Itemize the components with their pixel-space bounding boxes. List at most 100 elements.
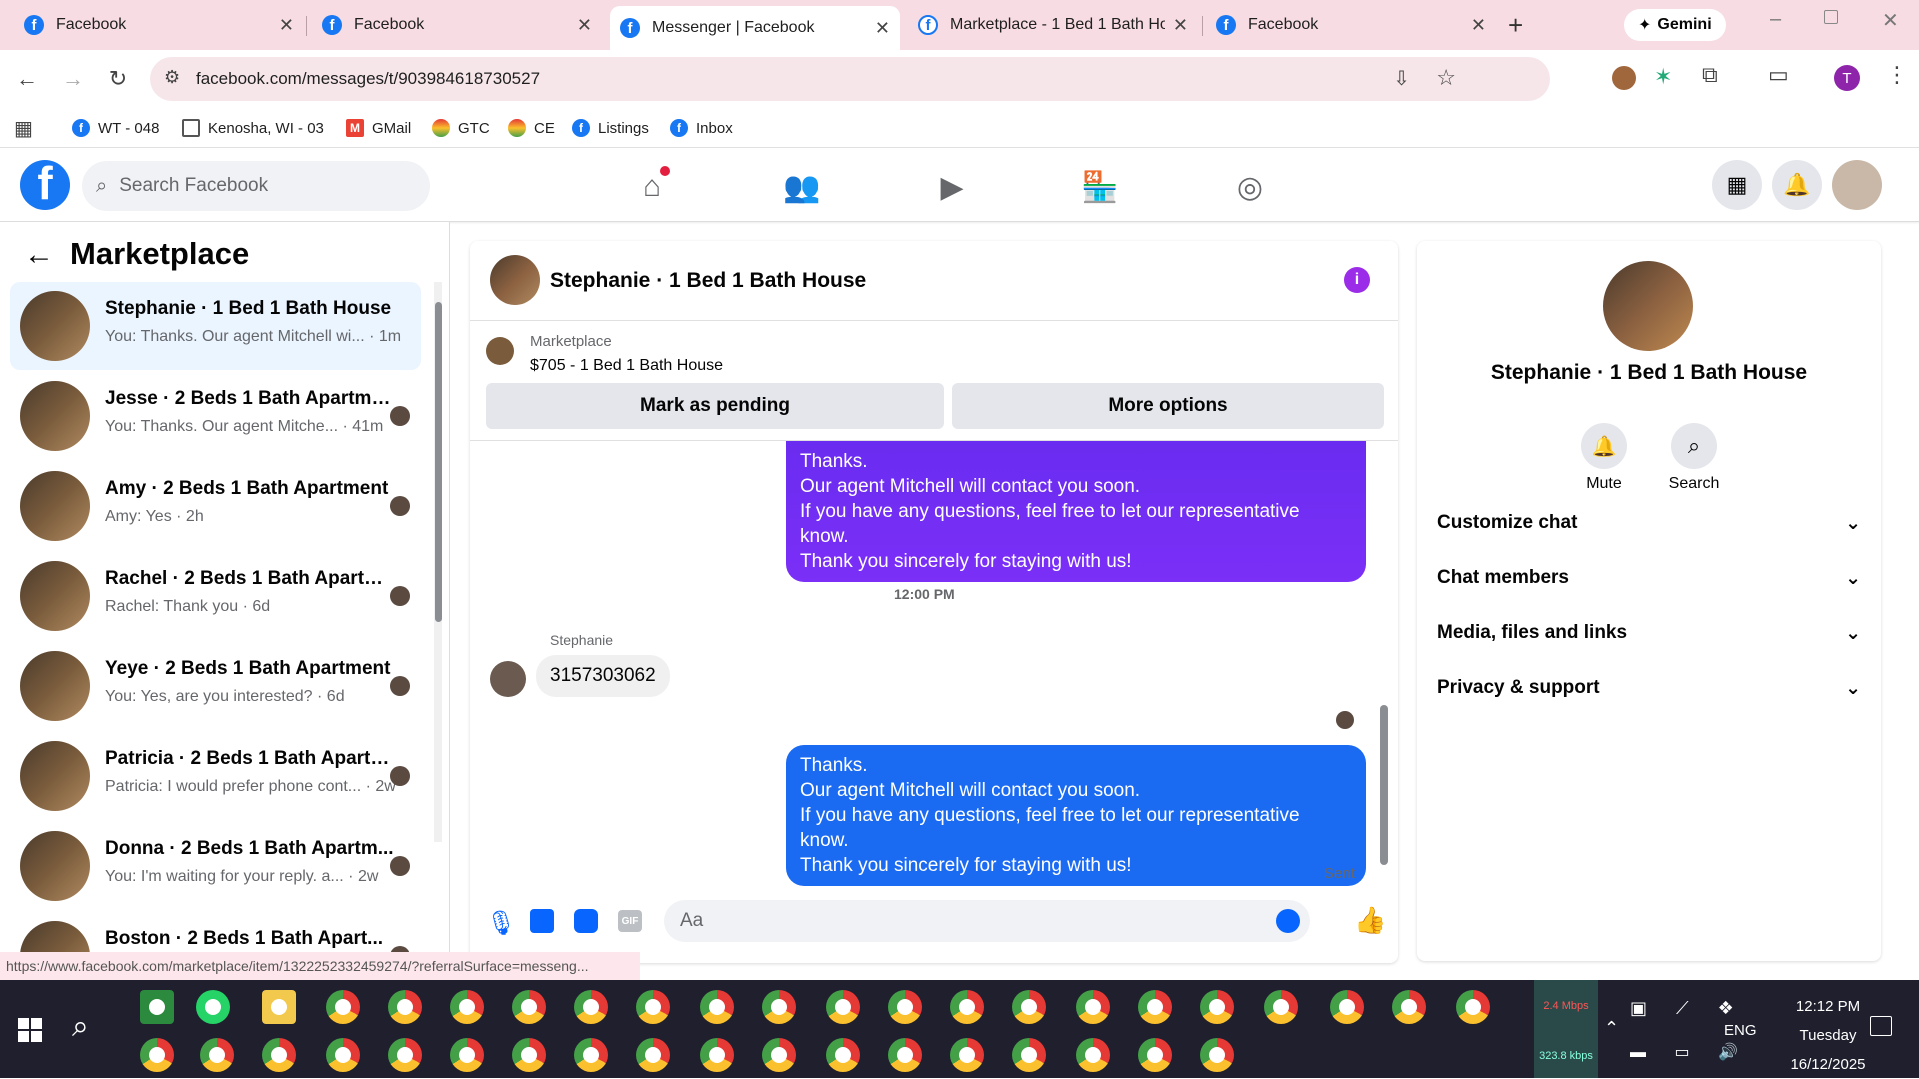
- search-conversation-button[interactable]: ⌕: [1671, 423, 1717, 469]
- microphone-icon[interactable]: 🎙: [486, 909, 516, 938]
- sender-avatar[interactable]: [490, 661, 526, 697]
- restore-icon[interactable]: [1824, 10, 1838, 24]
- bookmark-item[interactable]: M GMail: [346, 114, 411, 142]
- tray-icons-row2[interactable]: ▬ ▭ 🔊: [1630, 1042, 1750, 1062]
- emoji-icon[interactable]: [1276, 909, 1300, 933]
- close-tab-icon[interactable]: ✕: [577, 15, 592, 36]
- chrome-taskbar-icon[interactable]: [888, 1038, 922, 1072]
- chrome-taskbar-icon[interactable]: [326, 1038, 360, 1072]
- chrome-taskbar-icon[interactable]: [512, 990, 546, 1024]
- privacy-support-section[interactable]: Privacy & support ⌄: [1437, 668, 1861, 708]
- bookmark-item[interactable]: f Inbox: [670, 114, 733, 142]
- conversation-item[interactable]: Donna · 2 Beds 1 Bath Apartm... You: I'm …: [10, 822, 421, 910]
- chrome-taskbar-icon[interactable]: [512, 1038, 546, 1072]
- more-options-button[interactable]: More options: [952, 383, 1384, 429]
- account-avatar[interactable]: [1832, 160, 1882, 210]
- browser-tab[interactable]: f Facebook ✕: [312, 8, 602, 42]
- extensions-puzzle-icon[interactable]: ⧉: [1702, 62, 1718, 88]
- outgoing-message[interactable]: Thanks. Our agent Mitchell will contact y…: [786, 745, 1366, 886]
- friends-icon[interactable]: 👥: [782, 168, 822, 206]
- file-explorer-icon[interactable]: [262, 990, 296, 1024]
- bookmark-item[interactable]: Kenosha, WI - 03: [182, 114, 324, 142]
- conversation-item[interactable]: Rachel · 2 Beds 1 Bath Apartment Rachel: …: [10, 552, 421, 640]
- chrome-taskbar-icon[interactable]: [950, 1038, 984, 1072]
- sticker-icon[interactable]: [574, 909, 598, 933]
- conversation-item[interactable]: Stephanie · 1 Bed 1 Bath House You: Thank…: [10, 282, 421, 370]
- minimize-icon[interactable]: –: [1770, 8, 1781, 31]
- gif-icon[interactable]: GIF: [618, 910, 642, 932]
- chrome-taskbar-icon[interactable]: [1012, 1038, 1046, 1072]
- close-tab-icon[interactable]: ✕: [1471, 15, 1486, 36]
- chrome-taskbar-icon[interactable]: [636, 990, 670, 1024]
- show-hidden-icons-icon[interactable]: ⌃: [1604, 1018, 1619, 1039]
- chrome-taskbar-icon[interactable]: [1392, 990, 1426, 1024]
- chrome-taskbar-icon[interactable]: [1076, 990, 1110, 1024]
- chrome-taskbar-icon[interactable]: [1138, 1038, 1172, 1072]
- chrome-taskbar-icon[interactable]: [450, 1038, 484, 1072]
- chrome-taskbar-icon[interactable]: [700, 1038, 734, 1072]
- browser-tab[interactable]: f Facebook ✕: [14, 8, 304, 42]
- chrome-taskbar-icon[interactable]: [1076, 1038, 1110, 1072]
- conversation-item[interactable]: Amy · 2 Beds 1 Bath Apartment Amy: Yes · …: [10, 462, 421, 550]
- whatsapp-icon[interactable]: [196, 990, 230, 1024]
- listing-thumb[interactable]: [486, 337, 514, 365]
- marketplace-icon[interactable]: 🏪: [1080, 168, 1120, 206]
- notifications-bell-icon[interactable]: 🔔: [1772, 160, 1822, 210]
- chrome-taskbar-icon[interactable]: [762, 1038, 796, 1072]
- chrome-taskbar-icon[interactable]: [200, 1038, 234, 1072]
- chrome-taskbar-icon[interactable]: [574, 1038, 608, 1072]
- start-windows-icon[interactable]: [18, 1018, 42, 1042]
- chrome-taskbar-icon[interactable]: [140, 1038, 174, 1072]
- video-icon[interactable]: ▶: [932, 168, 972, 206]
- chrome-taskbar-icon[interactable]: [450, 990, 484, 1024]
- chrome-taskbar-icon[interactable]: [762, 990, 796, 1024]
- bookmark-item[interactable]: f Listings: [572, 114, 649, 142]
- mark-pending-button[interactable]: Mark as pending: [486, 383, 944, 429]
- mute-button[interactable]: 🔔: [1581, 423, 1627, 469]
- messages-scrollbar[interactable]: [1380, 705, 1388, 865]
- address-bar[interactable]: ⚙ facebook.com/messages/t/90398461873052…: [150, 57, 1550, 101]
- extension-icon[interactable]: ✶: [1654, 64, 1672, 90]
- browser-tab[interactable]: f Facebook ✕: [1206, 8, 1496, 42]
- chrome-taskbar-icon[interactable]: [1330, 990, 1364, 1024]
- chrome-taskbar-icon[interactable]: [1456, 990, 1490, 1024]
- chrome-taskbar-icon[interactable]: [826, 990, 860, 1024]
- listing-info[interactable]: $705 - 1 Bed 1 Bath House: [530, 357, 723, 375]
- bookmark-item[interactable]: CE: [508, 114, 555, 142]
- notifications-icon[interactable]: [1870, 1016, 1892, 1036]
- search-input[interactable]: ⌕ Search Facebook: [82, 161, 430, 211]
- tab-search-icon[interactable]: ▭: [1768, 62, 1789, 88]
- profile-avatar[interactable]: T: [1834, 65, 1860, 91]
- chrome-taskbar-icon[interactable]: [388, 1038, 422, 1072]
- chrome-taskbar-icon[interactable]: [388, 990, 422, 1024]
- tray-icons[interactable]: ▣ ⟋ ❖: [1630, 998, 1746, 1019]
- info-icon[interactable]: i: [1344, 267, 1370, 293]
- browser-tab-active[interactable]: f Messenger | Facebook ✕: [610, 6, 900, 50]
- bookmark-item[interactable]: f WT - 048: [72, 114, 159, 142]
- media-files-section[interactable]: Media, files and links ⌄: [1437, 613, 1861, 653]
- install-app-icon[interactable]: ⇩: [1393, 66, 1410, 91]
- forward-icon[interactable]: →: [58, 64, 88, 94]
- gemini-button[interactable]: ✦ Gemini: [1624, 9, 1726, 41]
- chrome-taskbar-icon[interactable]: [826, 1038, 860, 1072]
- back-arrow-icon[interactable]: ←: [24, 238, 54, 272]
- chrome-taskbar-icon[interactable]: [950, 990, 984, 1024]
- message-input[interactable]: Aa: [664, 900, 1310, 942]
- language-indicator[interactable]: ENG: [1724, 1022, 1757, 1039]
- close-tab-icon[interactable]: ✕: [1173, 15, 1188, 36]
- chrome-taskbar-icon[interactable]: [1012, 990, 1046, 1024]
- apps-grid-icon[interactable]: ▦: [14, 116, 33, 141]
- chrome-taskbar-icon[interactable]: [700, 990, 734, 1024]
- close-window-icon[interactable]: ✕: [1882, 8, 1899, 33]
- facebook-logo-icon[interactable]: f: [20, 160, 70, 210]
- chrome-taskbar-icon[interactable]: [574, 990, 608, 1024]
- outgoing-message[interactable]: Thanks. Our agent Mitchell will contact y…: [786, 441, 1366, 582]
- close-tab-icon[interactable]: ✕: [875, 18, 890, 39]
- reload-icon[interactable]: ↻: [103, 64, 133, 94]
- conversation-item[interactable]: Patricia · 2 Beds 1 Bath Apartment Patric…: [10, 732, 421, 820]
- details-avatar[interactable]: [1603, 261, 1693, 351]
- back-icon[interactable]: ←: [12, 64, 42, 94]
- home-icon[interactable]: ⌂: [632, 166, 672, 206]
- chrome-taskbar-icon[interactable]: [636, 1038, 670, 1072]
- menu-grid-icon[interactable]: ▦: [1712, 160, 1762, 210]
